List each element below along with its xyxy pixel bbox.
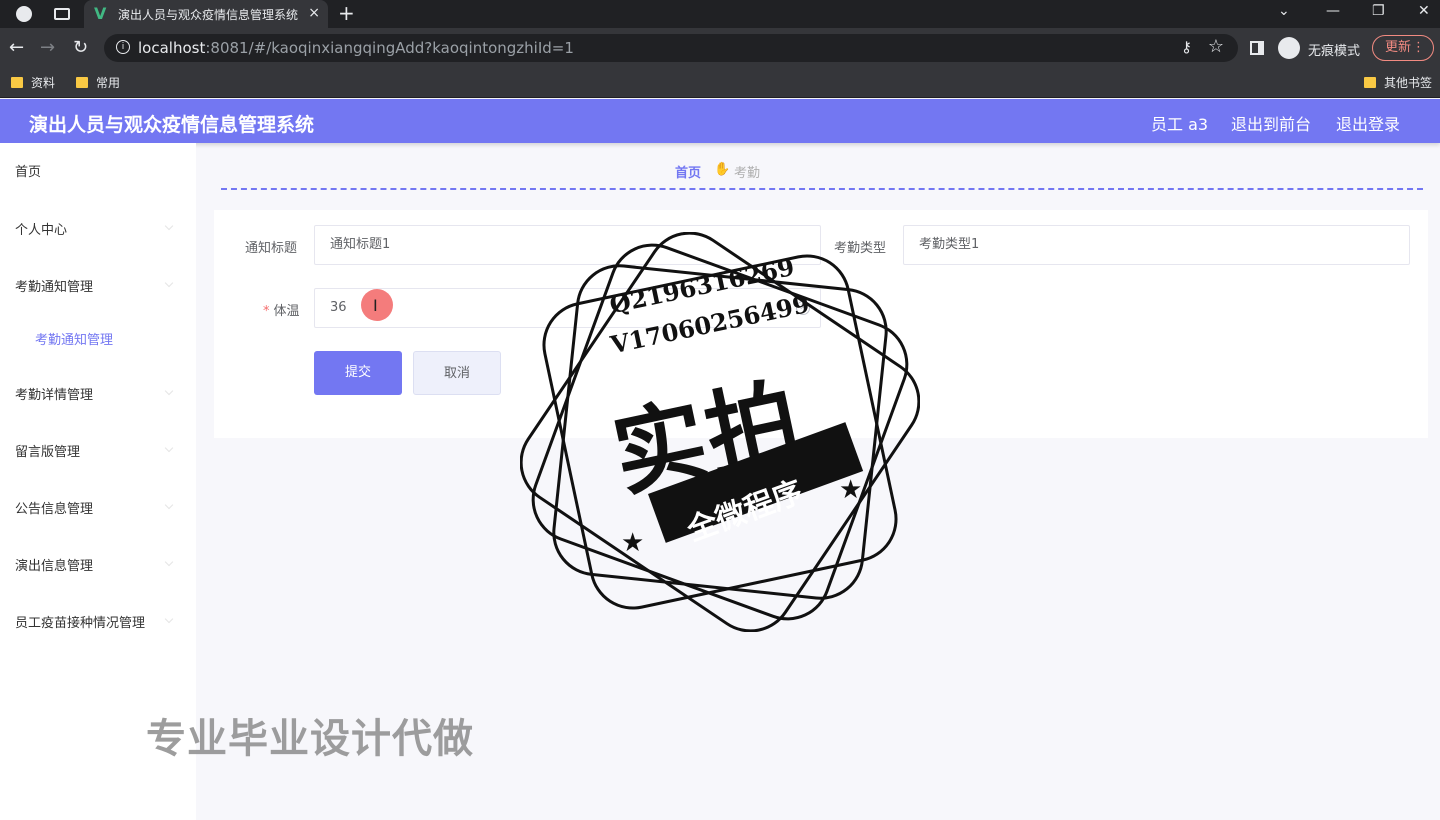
forward-icon[interactable]: →	[40, 37, 55, 58]
temperature-value: 36	[330, 300, 347, 315]
minimize-icon[interactable]: —	[1326, 3, 1340, 19]
browser-tab[interactable]: V 演出人员与观众疫情信息管理系统 ×	[84, 0, 328, 28]
address-bar: ← → ↻ i localhost:8081/#/kaoqinxiangqing…	[0, 28, 1440, 68]
sidebar-item-home[interactable]: 首页	[15, 161, 41, 180]
breadcrumb-home[interactable]: 首页	[675, 162, 701, 181]
sidebar-item-performance[interactable]: 演出信息管理	[15, 555, 93, 574]
watermark-footer: 专业毕业设计代做	[146, 716, 474, 762]
incognito-icon[interactable]	[1278, 37, 1300, 59]
breadcrumb-separator-icon: ✋	[714, 162, 731, 177]
folder-icon	[1364, 77, 1376, 88]
chevron-down-icon	[164, 500, 174, 510]
browser-tab-bar: V 演出人员与观众疫情信息管理系统 × + ⌄ — ❐ ✕	[0, 0, 1440, 28]
sidebar-item-message-board[interactable]: 留言版管理	[15, 441, 80, 460]
bookmarks-bar: 资料 常用 其他书签	[0, 68, 1440, 98]
tab-close-icon[interactable]: ×	[308, 5, 320, 21]
chevron-down-icon	[164, 278, 174, 288]
bookmark-star-icon[interactable]: ☆	[1208, 36, 1224, 57]
folder-icon	[11, 77, 23, 88]
chevron-down-icon	[164, 221, 174, 231]
more-menu-icon[interactable]: ⋮	[1412, 36, 1425, 60]
update-button[interactable]: 更新 ⋮	[1372, 35, 1434, 61]
logout-link[interactable]: 退出登录	[1336, 111, 1400, 135]
attendance-type-input[interactable]: 考勤类型1	[903, 225, 1410, 265]
text-cursor-icon: I	[373, 296, 378, 315]
required-mark: *	[263, 304, 270, 319]
tab-search-icon[interactable]	[54, 8, 70, 20]
chevron-down-icon	[164, 614, 174, 624]
site-info-icon[interactable]: i	[116, 40, 130, 54]
window-close-icon[interactable]: ✕	[1418, 3, 1430, 19]
sidebar-item-personal-center[interactable]: 个人中心	[15, 219, 67, 238]
cancel-button[interactable]: 取消	[413, 351, 501, 395]
reload-icon[interactable]: ↻	[73, 37, 88, 58]
bookmark-folder-other[interactable]: 其他书签	[1364, 74, 1432, 91]
back-to-front-link[interactable]: 退出到前台	[1231, 111, 1311, 135]
tab-list-icon[interactable]: ⌄	[1278, 3, 1290, 19]
temperature-label: * 体温	[263, 304, 300, 319]
password-key-icon[interactable]: ⚷	[1181, 38, 1192, 56]
url-text: localhost:8081/#/kaoqinxiangqingAdd?kaoq…	[138, 39, 574, 57]
app-header: 演出人员与观众疫情信息管理系统 员工 a3 退出到前台 退出登录	[0, 99, 1440, 143]
new-tab-button[interactable]: +	[338, 1, 355, 25]
app-title: 演出人员与观众疫情信息管理系统	[29, 114, 315, 136]
back-icon[interactable]: ←	[9, 37, 24, 58]
globe-icon[interactable]	[16, 6, 32, 22]
bookmark-folder-changyong[interactable]: 常用	[76, 74, 120, 91]
sidebar-subitem-attendance-notice[interactable]: 考勤通知管理	[35, 329, 113, 348]
star-icon: ★	[839, 475, 863, 505]
sidebar-item-attendance-notice[interactable]: 考勤通知管理	[15, 276, 93, 295]
current-user: 员工 a3	[1151, 115, 1209, 134]
breadcrumb-divider	[221, 188, 1423, 190]
side-panel-icon[interactable]	[1250, 41, 1264, 55]
tab-title: 演出人员与观众疫情信息管理系统	[118, 8, 298, 22]
notice-title-label: 通知标题	[245, 241, 298, 256]
sidebar-item-vaccination[interactable]: 员工疫苗接种情况管理	[15, 612, 145, 631]
sidebar-item-attendance-detail[interactable]: 考勤详情管理	[15, 384, 93, 403]
vue-logo-icon: V	[94, 4, 107, 23]
url-input[interactable]: i localhost:8081/#/kaoqinxiangqingAdd?ka…	[104, 34, 1238, 62]
update-label: 更新	[1385, 40, 1412, 55]
star-icon: ★	[621, 528, 645, 558]
bookmark-folder-ziliao[interactable]: 资料	[11, 74, 55, 91]
breadcrumb-current: 考勤	[734, 166, 761, 181]
restore-icon[interactable]: ❐	[1372, 3, 1385, 19]
chevron-down-icon	[164, 386, 174, 396]
incognito-label: 无痕模式	[1308, 44, 1361, 59]
submit-button[interactable]: 提交	[314, 351, 402, 395]
sidebar-item-announcement[interactable]: 公告信息管理	[15, 498, 93, 517]
chevron-down-icon	[164, 443, 174, 453]
chevron-down-icon	[164, 557, 174, 567]
folder-icon	[76, 77, 88, 88]
